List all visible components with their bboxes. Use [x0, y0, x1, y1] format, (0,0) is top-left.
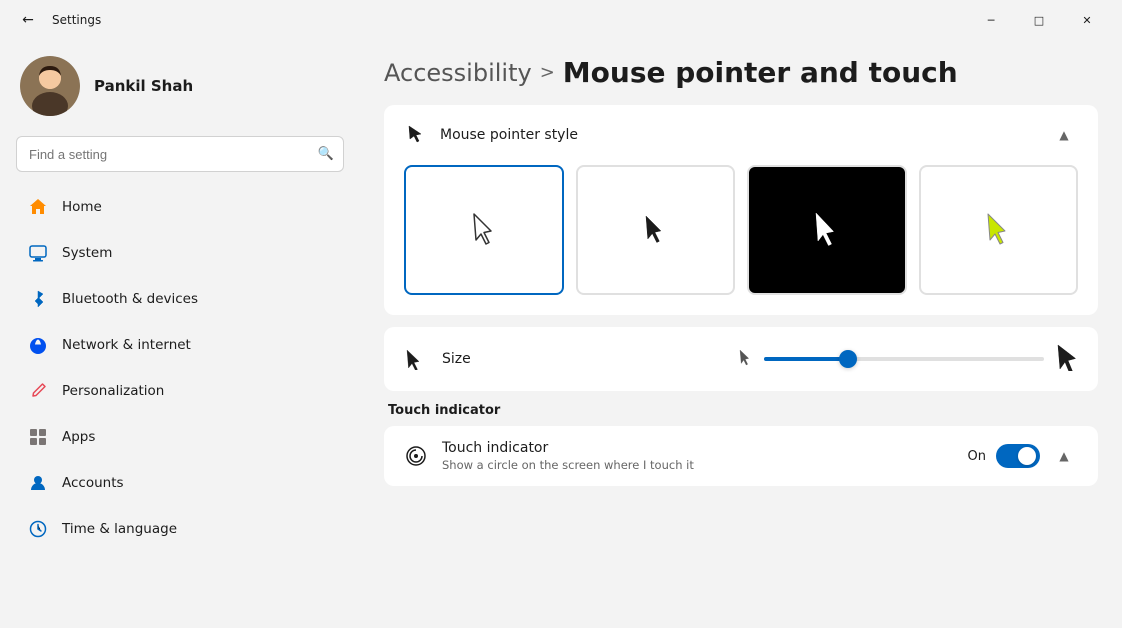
touch-indicator-section-header: Touch indicator — [388, 403, 1094, 418]
collapse-button[interactable]: ▲ — [1050, 121, 1078, 149]
pointer-style-icon — [404, 124, 426, 146]
touch-indicator-toggle[interactable] — [996, 444, 1040, 468]
size-small-icon — [738, 348, 752, 370]
sidebar-item-label: Personalization — [62, 383, 164, 399]
page-title: Mouse pointer and touch — [563, 56, 958, 89]
sidebar: Pankil Shah 🔍 Home System Bluetooth & de… — [0, 40, 360, 628]
pointer-style-card: Mouse pointer style ▲ — [384, 105, 1098, 315]
size-slider[interactable] — [764, 357, 1044, 361]
search-container: 🔍 — [16, 136, 344, 172]
sidebar-item-apps[interactable]: Apps — [8, 415, 352, 459]
minimize-button[interactable]: ─ — [968, 4, 1014, 36]
touch-indicator-expand[interactable]: ▲ — [1050, 442, 1078, 470]
sidebar-item-time[interactable]: Time & language — [8, 507, 352, 551]
touch-indicator-row: Touch indicator Show a circle on the scr… — [384, 426, 1098, 486]
sidebar-item-network[interactable]: Network & internet — [8, 323, 352, 367]
sidebar-item-label: System — [62, 245, 112, 261]
pointer-style-header: Mouse pointer style ▲ — [384, 105, 1098, 165]
search-input[interactable] — [16, 136, 344, 172]
system-icon — [28, 243, 48, 263]
sidebar-item-system[interactable]: System — [8, 231, 352, 275]
bluetooth-icon — [28, 289, 48, 309]
avatar — [20, 56, 80, 116]
sidebar-item-label: Home — [62, 199, 102, 215]
back-button[interactable]: ← — [12, 4, 44, 36]
pointer-option-black[interactable] — [576, 165, 736, 295]
size-card: Size — [384, 327, 1098, 391]
size-large-icon — [1056, 343, 1078, 375]
sidebar-item-label: Network & internet — [62, 337, 191, 353]
pointer-option-inverted[interactable] — [747, 165, 907, 295]
sidebar-item-label: Accounts — [62, 475, 124, 491]
network-icon — [28, 335, 48, 355]
touch-indicator-card: Touch indicator Show a circle on the scr… — [384, 426, 1098, 486]
titlebar: ← Settings ─ □ ✕ — [0, 0, 1122, 40]
touch-state-label: On — [968, 449, 986, 464]
pointer-options-grid — [384, 165, 1098, 315]
window-controls: ─ □ ✕ — [968, 4, 1110, 36]
user-name: Pankil Shah — [94, 77, 193, 95]
sidebar-item-label: Time & language — [62, 521, 177, 537]
user-profile[interactable]: Pankil Shah — [0, 40, 360, 136]
time-icon — [28, 519, 48, 539]
pointer-option-white[interactable] — [404, 165, 564, 295]
sidebar-item-label: Apps — [62, 429, 95, 445]
sidebar-item-personalization[interactable]: Personalization — [8, 369, 352, 413]
breadcrumb-separator: > — [540, 62, 555, 83]
sidebar-item-accounts[interactable]: Accounts — [8, 461, 352, 505]
touch-indicator-text: Touch indicator Show a circle on the scr… — [442, 440, 954, 472]
pointer-option-custom[interactable] — [919, 165, 1079, 295]
toggle-thumb — [1018, 447, 1036, 465]
touch-indicator-icon — [404, 444, 428, 468]
apps-icon — [28, 427, 48, 447]
close-button[interactable]: ✕ — [1064, 4, 1110, 36]
pointer-style-title: Mouse pointer style — [440, 127, 578, 143]
personalization-icon — [28, 381, 48, 401]
breadcrumb: Accessibility > Mouse pointer and touch — [384, 56, 1098, 89]
size-slider-wrap — [487, 343, 1078, 375]
sidebar-item-home[interactable]: Home — [8, 185, 352, 229]
sidebar-item-bluetooth[interactable]: Bluetooth & devices — [8, 277, 352, 321]
size-label: Size — [442, 351, 471, 367]
size-cursor-icon — [404, 348, 426, 370]
touch-indicator-controls: On ▲ — [968, 442, 1078, 470]
breadcrumb-parent[interactable]: Accessibility — [384, 59, 532, 87]
sidebar-item-label: Bluetooth & devices — [62, 291, 198, 307]
accounts-icon — [28, 473, 48, 493]
touch-indicator-subtitle: Show a circle on the screen where I touc… — [442, 458, 954, 472]
home-icon — [28, 197, 48, 217]
touch-indicator-title: Touch indicator — [442, 440, 954, 456]
maximize-button[interactable]: □ — [1016, 4, 1062, 36]
main-content: Accessibility > Mouse pointer and touch … — [360, 40, 1122, 628]
app-title: Settings — [52, 13, 101, 27]
